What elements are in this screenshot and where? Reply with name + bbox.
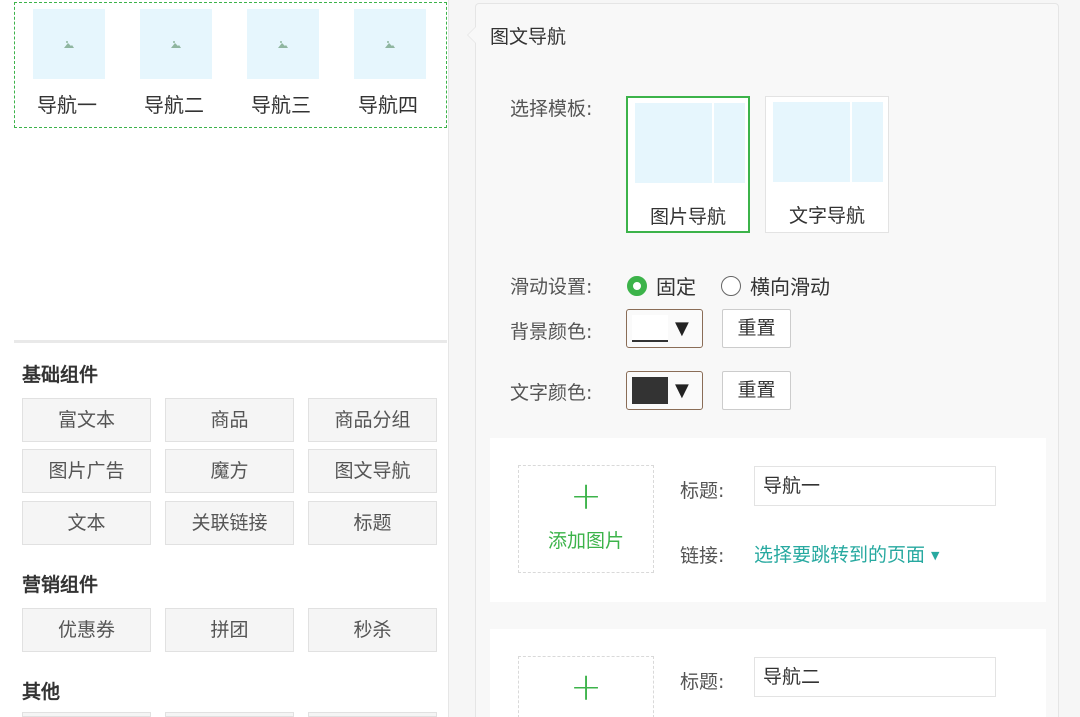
- editor-panel: 图文导航 选择模板: 图片导航 文字导航 滑动设置: 固定 横向滑动 背景颜色:…: [467, 3, 1059, 717]
- component-link-button[interactable]: 关联链接: [165, 501, 294, 545]
- template-label: 选择模板:: [510, 98, 593, 120]
- component-goods-button[interactable]: 商品: [165, 398, 294, 442]
- caret-down-icon: ▼: [931, 549, 940, 562]
- bg-color-reset-button[interactable]: 重置: [722, 309, 791, 348]
- template-thumb: [773, 102, 850, 182]
- nav-item-card: + 添加图片 标题: 导航一 链接: 选择要跳转到的页面 ▼: [490, 438, 1046, 602]
- group-title-other: 其他: [22, 681, 61, 703]
- dropdown-arrow-icon: ▼: [675, 380, 689, 401]
- panel-pointer-inner: [468, 27, 476, 43]
- radio-fixed-label[interactable]: 固定: [656, 271, 696, 300]
- preview-nav-label: 导航一: [37, 93, 97, 117]
- text-color-label: 文字颜色:: [510, 382, 593, 404]
- group-title-marketing: 营销组件: [22, 574, 99, 596]
- component-cube-button[interactable]: 魔方: [165, 449, 294, 493]
- divider: [14, 340, 447, 343]
- component-coupon-button[interactable]: 优惠券: [22, 608, 151, 652]
- nav-link-select[interactable]: 选择要跳转到的页面 ▼: [754, 540, 939, 567]
- component-rich-text-button[interactable]: 富文本: [22, 398, 151, 442]
- scroll-setting-label: 滑动设置:: [510, 276, 593, 298]
- component-goods-group-button[interactable]: 商品分组: [308, 398, 437, 442]
- nav-title-input[interactable]: 导航一: [754, 466, 996, 506]
- component-image-ad-button[interactable]: 图片广告: [22, 449, 151, 493]
- group-title-basic: 基础组件: [22, 364, 99, 386]
- plus-icon: +: [570, 665, 602, 709]
- editor-title: 图文导航: [490, 26, 567, 48]
- image-placeholder-icon: [140, 9, 212, 79]
- template-label-text: 图片导航: [649, 206, 726, 228]
- dropdown-arrow-icon: ▼: [675, 318, 689, 339]
- add-image-label: 添加图片: [547, 530, 624, 552]
- component-button[interactable]: [165, 712, 294, 717]
- nav-title-input[interactable]: 导航二: [754, 657, 996, 697]
- color-swatch: [632, 377, 668, 404]
- image-placeholder-icon: [247, 9, 319, 79]
- nav-title-label: 标题:: [680, 671, 725, 693]
- template-text-nav[interactable]: 文字导航: [765, 96, 889, 233]
- template-thumb: [635, 103, 712, 183]
- nav-title-label: 标题:: [680, 480, 725, 502]
- add-image-button[interactable]: + 添加图片: [518, 465, 654, 573]
- template-thumb: [714, 103, 745, 183]
- component-text-button[interactable]: 文本: [22, 501, 151, 545]
- image-placeholder-icon: [354, 9, 426, 79]
- template-thumb: [852, 102, 883, 182]
- radio-horizontal-scroll[interactable]: [721, 276, 741, 296]
- component-button[interactable]: [308, 712, 437, 717]
- bg-color-label: 背景颜色:: [510, 321, 593, 343]
- nav-link-select-text: 选择要跳转到的页面: [754, 544, 926, 566]
- left-panel: 导航一 导航二 导航三 导航四 基础组件 富文本 商品 商品分组 图片广告 魔方…: [0, 0, 449, 717]
- preview-nav-label: 导航三: [251, 93, 311, 117]
- component-group-buy-button[interactable]: 拼团: [165, 608, 294, 652]
- template-label-text: 文字导航: [788, 205, 865, 227]
- template-image-nav[interactable]: 图片导航: [626, 96, 750, 233]
- component-button[interactable]: [22, 712, 151, 717]
- radio-horizontal-scroll-label[interactable]: 横向滑动: [750, 271, 830, 300]
- image-placeholder-icon: [33, 9, 105, 79]
- component-flash-sale-button[interactable]: 秒杀: [308, 608, 437, 652]
- preview-nav-label: 导航二: [144, 93, 204, 117]
- preview-nav-label: 导航四: [358, 93, 418, 117]
- nav-link-label: 链接:: [680, 545, 725, 567]
- text-color-reset-button[interactable]: 重置: [722, 371, 791, 410]
- plus-icon: +: [570, 474, 602, 518]
- component-title-button[interactable]: 标题: [308, 501, 437, 545]
- bg-color-picker[interactable]: ▼: [626, 309, 703, 348]
- radio-fixed[interactable]: [627, 276, 647, 296]
- preview-canvas: [14, 128, 447, 340]
- preview-image-nav[interactable]: 导航一 导航二 导航三 导航四: [14, 2, 447, 128]
- text-color-picker[interactable]: ▼: [626, 371, 703, 410]
- add-image-button[interactable]: +: [518, 656, 654, 717]
- nav-item-card: + 标题: 导航二: [490, 629, 1046, 717]
- component-image-nav-button[interactable]: 图文导航: [308, 449, 437, 493]
- color-swatch: [632, 315, 668, 342]
